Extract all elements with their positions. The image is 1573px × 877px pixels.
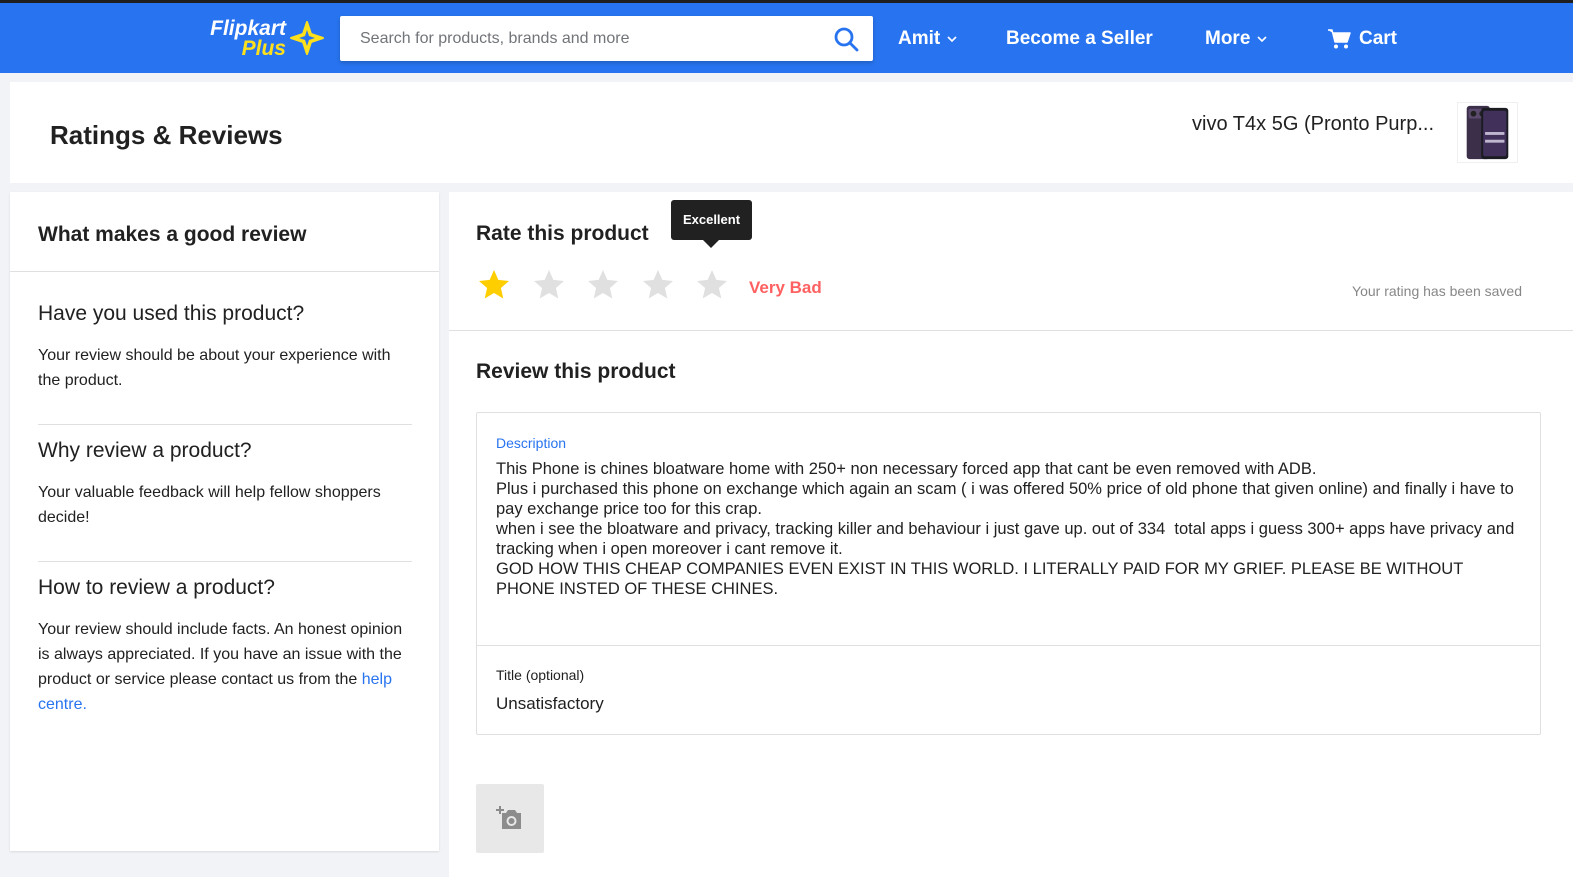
- plus-star-icon: [290, 21, 324, 55]
- divider: [38, 424, 412, 425]
- title-label: Title (optional): [496, 667, 585, 683]
- cart-button[interactable]: Cart: [1327, 27, 1397, 51]
- more-menu[interactable]: More: [1205, 27, 1268, 51]
- star-5-icon[interactable]: [694, 267, 730, 303]
- star-rating: [476, 267, 749, 303]
- description-textarea[interactable]: This Phone is chines bloatware home with…: [496, 459, 1526, 599]
- page-title: Ratings & Reviews: [50, 120, 283, 150]
- tip-title: Have you used this product?: [38, 302, 305, 325]
- top-header: Flipkart Plus Amit Become a Seller More …: [0, 3, 1573, 73]
- title-input[interactable]: Unsatisfactory: [496, 694, 604, 714]
- guide-heading: What makes a good review: [38, 223, 307, 246]
- rating-saved-status: Your rating has been saved: [1352, 283, 1522, 299]
- logo-text: Flipkart: [210, 17, 286, 40]
- add-photo-button[interactable]: [476, 784, 544, 853]
- search-icon[interactable]: [833, 26, 859, 52]
- chevron-down-icon: [947, 36, 957, 43]
- add-photo-icon: [496, 806, 521, 829]
- review-guide-panel: What makes a good review Have you used t…: [10, 192, 439, 851]
- become-seller-link[interactable]: Become a Seller: [1006, 27, 1153, 51]
- tip-used-product: Have you used this product? Your review …: [38, 302, 412, 393]
- logo-plus-text: Plus: [241, 37, 286, 60]
- tip-why-review: Why review a product? Your valuable feed…: [38, 439, 412, 530]
- search-input[interactable]: [340, 16, 820, 61]
- product-thumbnail[interactable]: [1457, 102, 1518, 163]
- divider: [449, 330, 1573, 331]
- star-4-icon[interactable]: [640, 267, 676, 303]
- star-1-icon[interactable]: [476, 267, 512, 303]
- review-heading: Review this product: [476, 360, 676, 383]
- become-seller-label: Become a Seller: [1006, 28, 1153, 49]
- tip-title: Why review a product?: [38, 439, 252, 462]
- review-form-panel: Rate this product Excellent Very Bad You…: [449, 192, 1573, 877]
- rating-label: Very Bad: [749, 278, 822, 297]
- search-bar: [340, 16, 873, 61]
- tip-body: Your valuable feedback will help fellow …: [38, 484, 381, 526]
- product-name[interactable]: vivo T4x 5G (Pronto Purp...: [1192, 113, 1434, 136]
- description-label: Description: [496, 435, 567, 451]
- logo-wordmark: Flipkart Plus: [199, 17, 286, 60]
- review-form-box: Description This Phone is chines bloatwa…: [476, 412, 1541, 735]
- divider: [477, 645, 1540, 646]
- flipkart-plus-logo[interactable]: Flipkart Plus: [199, 17, 329, 63]
- tip-body: Your review should be about your experie…: [38, 347, 391, 389]
- account-name: Amit: [898, 28, 941, 49]
- tip-title: How to review a product?: [38, 576, 275, 599]
- star-3-icon[interactable]: [585, 267, 621, 303]
- tip-body: Your review should include facts. An hon…: [38, 617, 412, 717]
- chevron-down-icon: [1257, 36, 1267, 43]
- cart-icon: [1328, 29, 1351, 49]
- account-menu[interactable]: Amit: [898, 27, 958, 51]
- page-title-bar: Ratings & Reviews vivo T4x 5G (Pronto Pu…: [10, 82, 1573, 183]
- cart-label: Cart: [1359, 28, 1398, 49]
- rate-heading: Rate this product: [476, 222, 649, 245]
- star-tooltip: Excellent: [671, 200, 752, 248]
- tip-how-review: How to review a product? Your review sho…: [38, 576, 412, 717]
- more-label: More: [1205, 28, 1251, 49]
- divider: [38, 561, 412, 562]
- guide-header: What makes a good review: [10, 192, 439, 272]
- tip-body-text: Your review should include facts. An hon…: [38, 621, 403, 688]
- star-2-icon[interactable]: [531, 267, 567, 303]
